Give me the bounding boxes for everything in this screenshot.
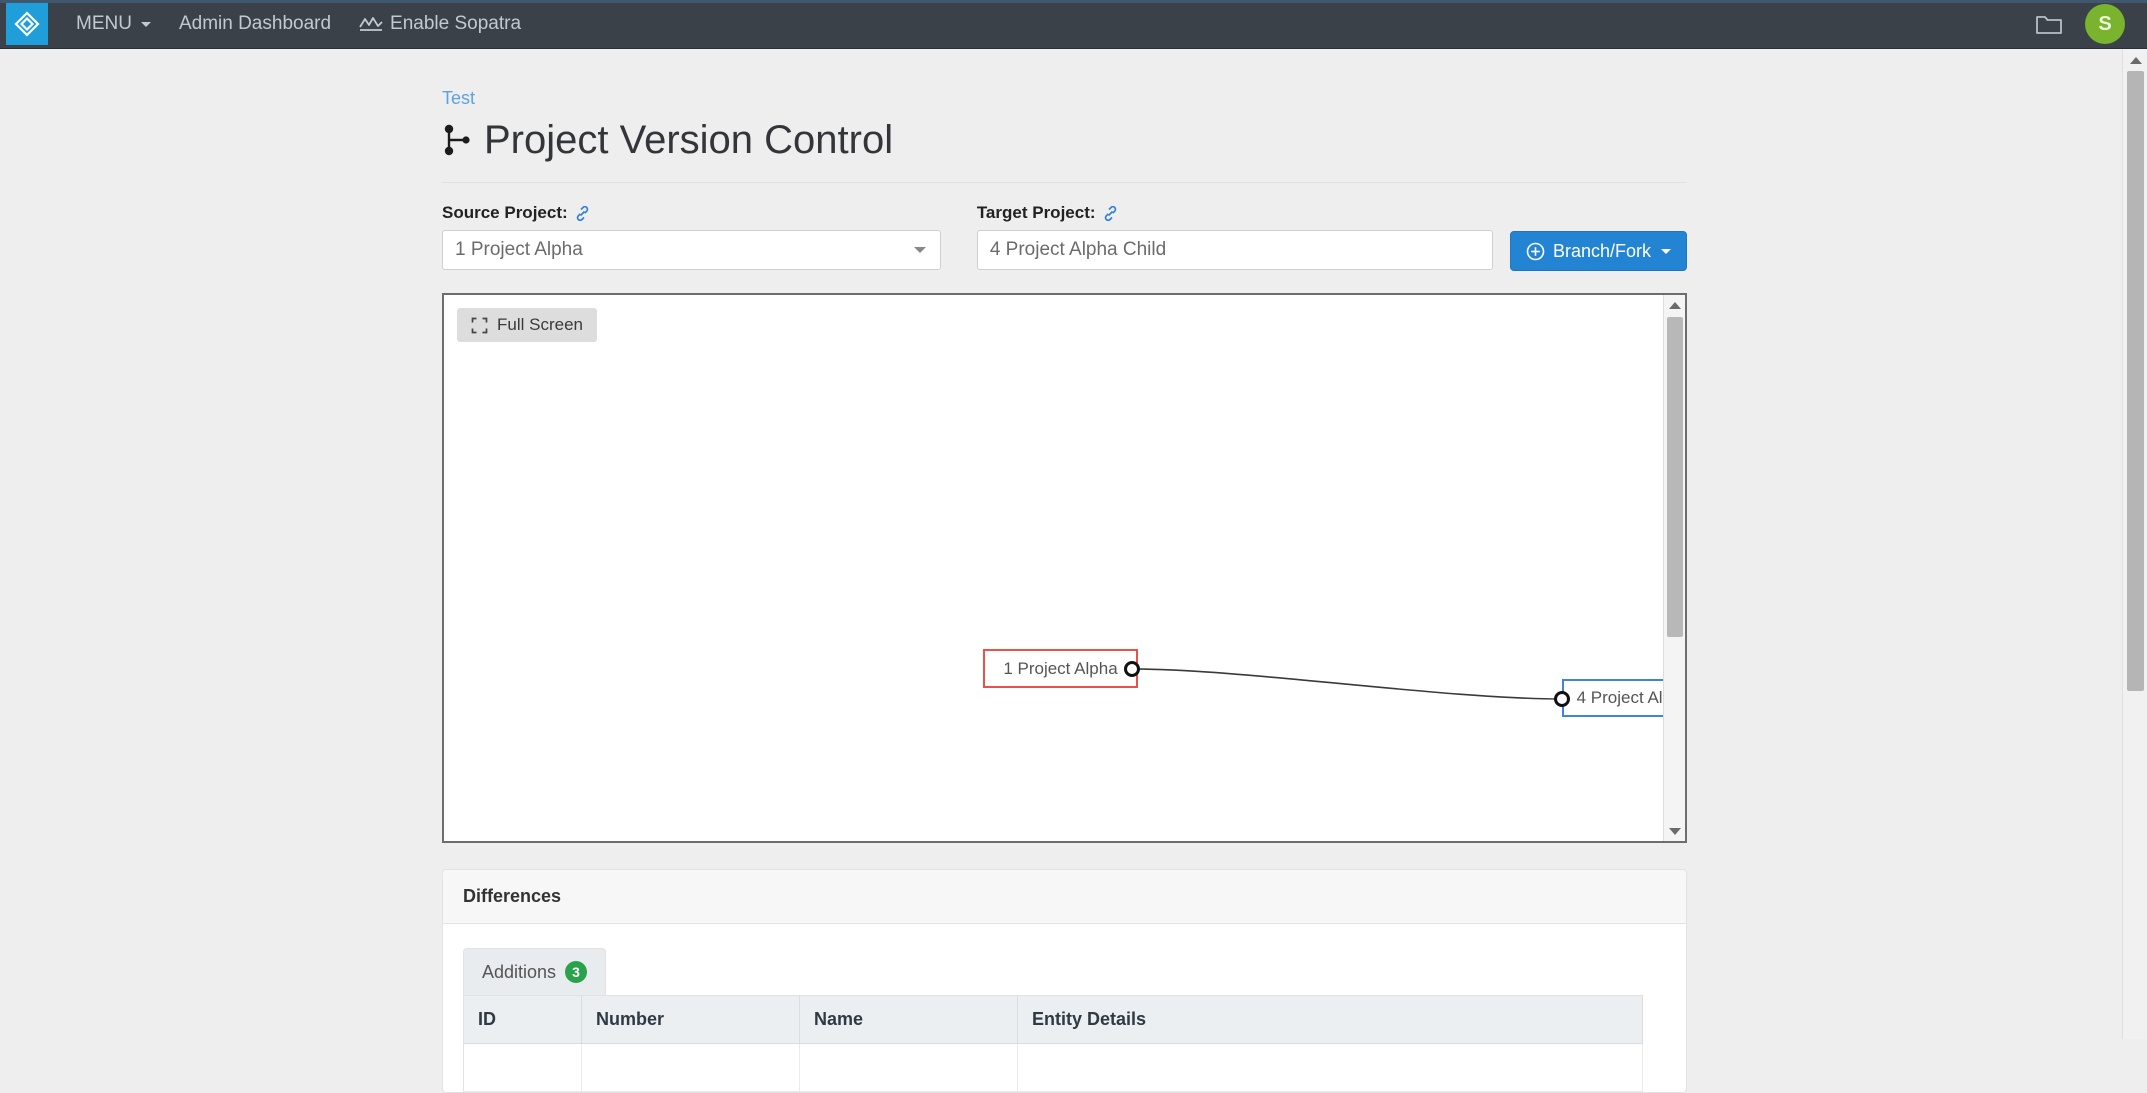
chevron-down-icon <box>913 247 926 253</box>
cell-number <box>581 1043 800 1092</box>
target-project-input[interactable] <box>976 230 1493 270</box>
chevron-down-icon <box>140 21 151 27</box>
graph-scroll-thumb[interactable] <box>1667 317 1683 637</box>
additions-count-badge: 3 <box>565 961 588 983</box>
graph-canvas[interactable] <box>444 295 1687 843</box>
differences-panel: Differences Additions 3 ID Number Name E… <box>442 869 1687 1093</box>
chevron-down-icon <box>1661 248 1671 254</box>
scroll-up-arrow[interactable] <box>1664 295 1685 315</box>
scroll-down-arrow[interactable] <box>1664 821 1685 841</box>
differences-table: ID Number Name Entity Details <box>463 995 1643 1092</box>
page-title: Project Version Control <box>484 118 894 162</box>
source-project-label: Source Project: <box>442 203 568 222</box>
app-logo[interactable] <box>6 3 48 45</box>
graph-node-source[interactable]: 1 Project Alpha <box>983 649 1138 688</box>
column-header-name: Name <box>799 995 1018 1044</box>
differences-header: Differences <box>443 870 1686 924</box>
menu-dropdown[interactable]: MENU <box>62 7 165 41</box>
mountains-chart-icon <box>359 17 383 31</box>
cell-entity-details <box>1017 1043 1643 1092</box>
tab-additions-label: Additions <box>482 961 557 982</box>
graph-connector-source[interactable] <box>1124 661 1140 677</box>
code-branch-icon <box>444 124 470 156</box>
navbar-links: MENU Admin Dashboard Enable Sopatra <box>62 7 535 41</box>
user-avatar[interactable]: S <box>2085 4 2125 44</box>
triangle-up-icon <box>2129 56 2142 64</box>
table-header-row: ID Number Name Entity Details <box>463 995 1643 1044</box>
top-navbar: MENU Admin Dashboard Enable Sopatra S <box>0 0 2147 49</box>
page-vertical-scrollbar[interactable] <box>2122 49 2147 1039</box>
differences-body: Additions 3 ID Number Name Entity Detail… <box>443 924 1686 1092</box>
source-project-value: 1 Project Alpha <box>455 239 583 260</box>
admin-dashboard-label: Admin Dashboard <box>178 13 332 34</box>
graph-connector-target[interactable] <box>1554 691 1570 707</box>
triangle-down-icon <box>1669 827 1681 835</box>
cell-name <box>799 1043 1018 1092</box>
branch-fork-label: Branch/Fork <box>1552 240 1651 261</box>
source-project-group: Source Project: 1 Project Alpha <box>442 203 941 270</box>
plus-circle-icon <box>1526 242 1545 260</box>
table-row[interactable] <box>463 1043 1643 1092</box>
breadcrumb[interactable]: Test <box>442 88 1687 109</box>
nav-link-enable-sopatra[interactable]: Enable Sopatra <box>345 7 535 41</box>
avatar-initial: S <box>2098 12 2112 35</box>
column-header-id: ID <box>463 995 582 1044</box>
column-header-number: Number <box>581 995 800 1044</box>
branch-fork-button[interactable]: Branch/Fork <box>1509 231 1687 271</box>
column-header-entity-details: Entity Details <box>1017 995 1643 1044</box>
triangle-up-icon <box>1669 301 1681 309</box>
diamond-logo-icon <box>14 11 40 37</box>
title-divider <box>442 182 1687 183</box>
tab-additions[interactable]: Additions 3 <box>463 948 607 995</box>
target-project-label-row: Target Project: <box>977 203 1493 223</box>
enable-sopatra-label: Enable Sopatra <box>390 13 522 34</box>
nav-link-admin-dashboard[interactable]: Admin Dashboard <box>165 7 345 41</box>
graph-vertical-scrollbar[interactable] <box>1663 295 1685 841</box>
target-project-label: Target Project: <box>976 203 1096 222</box>
cell-id <box>463 1043 582 1092</box>
source-project-select[interactable]: 1 Project Alpha <box>442 230 941 270</box>
graph-edge-source-to-target <box>1131 668 1563 700</box>
folder-icon[interactable] <box>2035 12 2063 36</box>
project-selection-form: Source Project: 1 Project Alpha Target P… <box>442 203 1687 271</box>
graph-node-source-label: 1 Project Alpha <box>1003 658 1118 678</box>
page-scroll-up-arrow[interactable] <box>2123 51 2147 69</box>
differences-table-body <box>463 1043 1643 1092</box>
navbar-accent-stripe <box>0 0 2147 3</box>
chain-link-icon[interactable] <box>1102 205 1119 222</box>
page-content: Test Project Version Control Source Proj… <box>442 49 1687 1093</box>
chain-link-icon[interactable] <box>574 205 591 222</box>
differences-tabs: Additions 3 <box>463 948 1666 995</box>
navbar-right-actions: S <box>2035 4 2125 44</box>
version-graph-panel: Full Screen 1 Project Alpha 4 Project Al… <box>442 293 1687 843</box>
page-scroll-thumb[interactable] <box>2127 71 2144 691</box>
source-project-label-row: Source Project: <box>442 203 941 223</box>
menu-label: MENU <box>76 13 132 34</box>
page-title-row: Project Version Control <box>442 118 1687 162</box>
target-project-group: Target Project: <box>976 203 1493 270</box>
